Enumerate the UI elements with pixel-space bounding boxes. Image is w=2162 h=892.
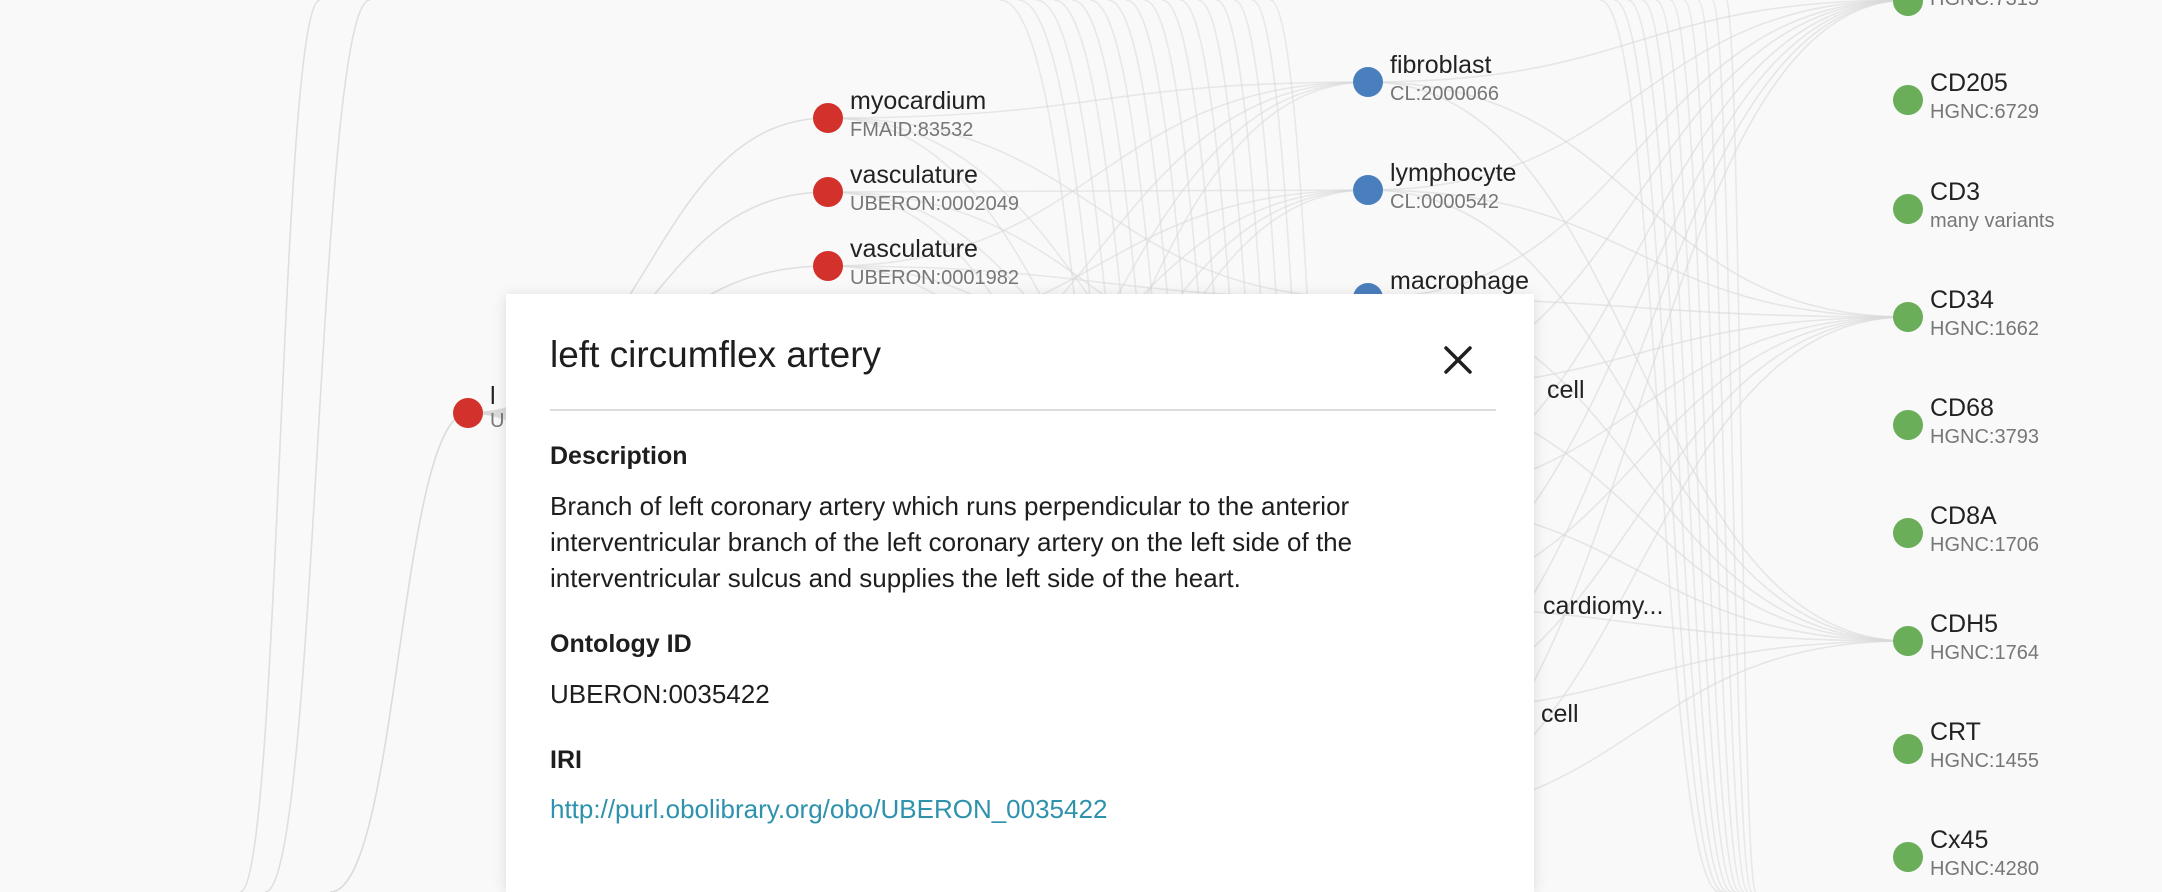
iri-heading: IRI <box>550 746 582 774</box>
node-id: HGNC:7315 <box>1930 0 2039 11</box>
iri-link[interactable]: http://purl.obolibrary.org/obo/UBERON_00… <box>550 794 1107 825</box>
node-id: HGNC:1455 <box>1930 750 2039 772</box>
node-id: HGNC:3793 <box>1930 426 2039 448</box>
cell-node-label-partial[interactable]: cell <box>1547 376 1585 405</box>
graph-edge <box>1641 0 1733 892</box>
node-dot <box>813 177 843 207</box>
close-button[interactable] <box>1436 338 1480 382</box>
modal-divider <box>550 409 1496 411</box>
node-id: HGNC:1764 <box>1930 642 2039 664</box>
node-dot <box>1893 626 1923 656</box>
node-id: HGNC:1706 <box>1930 534 2039 556</box>
node-label: vasculature <box>850 235 978 263</box>
node-dot <box>453 398 483 428</box>
node-dot <box>1893 194 1923 224</box>
node-id: U <box>490 410 505 432</box>
node-id: HGNC:6729 <box>1930 101 2039 123</box>
node-label: myocardium <box>850 87 987 115</box>
node-label: l <box>490 382 496 410</box>
node-id: UBERON:0001982 <box>850 267 1019 289</box>
cell-node-label-partial[interactable]: cell <box>1541 700 1579 729</box>
node-label: CD8A <box>1930 502 1997 530</box>
node-label: CRT <box>1930 718 1981 746</box>
graph-edge <box>239 0 321 892</box>
node-dot <box>1893 410 1923 440</box>
node-dot <box>1893 518 1923 548</box>
close-icon <box>1444 346 1472 374</box>
node-id: HGNC:1662 <box>1930 318 2039 340</box>
node-dot <box>1353 67 1383 97</box>
node-dot <box>1893 734 1923 764</box>
node-dot <box>1893 85 1923 115</box>
node-id: CL:2000066 <box>1390 83 1499 105</box>
node-dot <box>813 251 843 281</box>
node-id: FMAID:83532 <box>850 119 974 141</box>
node-label: CD68 <box>1930 394 1994 422</box>
node-id: many variants <box>1930 210 2055 232</box>
description-text: Branch of left coronary artery which run… <box>550 491 1353 593</box>
node-dot <box>1893 302 1923 332</box>
node-dot <box>813 103 843 133</box>
graph-edge <box>329 412 469 892</box>
node-label: CD3 <box>1930 178 1981 206</box>
node-label: vasculature <box>850 161 978 189</box>
node-label: CDH5 <box>1930 610 1999 638</box>
cell-node-label-partial[interactable]: cardiomy... <box>1543 592 1663 621</box>
node-id: CL:0000542 <box>1390 191 1499 213</box>
ontology-id-value: UBERON:0035422 <box>550 679 770 709</box>
node-label: fibroblast <box>1390 51 1492 79</box>
node-label: macrophage <box>1390 267 1529 295</box>
node-label: Cx45 <box>1930 826 1989 854</box>
node-dot <box>1893 842 1923 872</box>
graph-edge <box>827 189 1369 193</box>
description-heading: Description <box>550 442 688 470</box>
graph-edge <box>1711 0 1753 892</box>
node-id: HGNC:4280 <box>1930 858 2039 880</box>
node-label: CD205 <box>1930 69 2008 97</box>
modal-title: left circumflex artery <box>550 334 882 375</box>
node-label: CD34 <box>1930 286 1994 314</box>
node-dot <box>1353 175 1383 205</box>
node-id: UBERON:0002049 <box>850 193 1019 215</box>
node-label: lymphocyte <box>1390 159 1517 187</box>
ontology-id-heading: Ontology ID <box>550 630 692 658</box>
node-info-modal: left circumflex artery Description Branc… <box>506 294 1534 892</box>
